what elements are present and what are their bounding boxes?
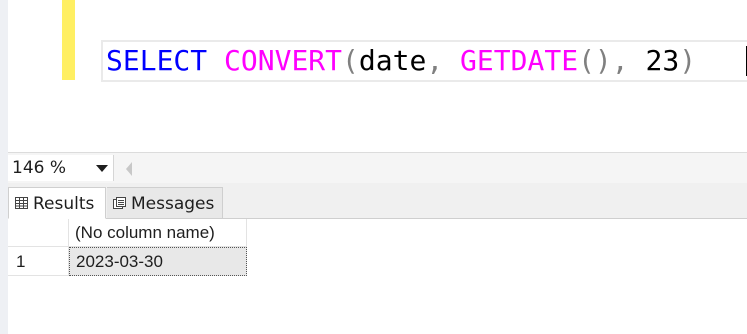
ssms-query-window: SELECT CONVERT(date, GETDATE(), 23) 146 … — [0, 0, 747, 334]
code-punct: ) — [679, 44, 697, 77]
results-grid[interactable]: (No column name) 1 2023-03-30 — [8, 219, 747, 334]
grid-corner-cell[interactable] — [8, 219, 69, 247]
results-tabs-bar: Results Messages — [8, 183, 747, 219]
horizontal-scrollbar[interactable] — [142, 153, 747, 183]
chevron-down-icon[interactable] — [96, 165, 108, 172]
code-punct: ( — [342, 44, 359, 77]
sql-keyword: SELECT — [106, 44, 208, 77]
code-line[interactable]: SELECT CONVERT(date, GETDATE(), 23) — [106, 42, 696, 80]
scroll-left-arrow-icon[interactable] — [126, 162, 132, 176]
code-text: 23 — [628, 44, 680, 77]
tab-messages-label: Messages — [131, 194, 215, 214]
code-punct: , — [426, 44, 444, 77]
tab-results[interactable]: Results — [8, 187, 106, 219]
sql-function: GETDATE — [460, 44, 579, 77]
zoom-value: 146 % — [12, 158, 67, 178]
zoom-dropdown[interactable]: 146 % — [8, 155, 114, 181]
row-number-cell[interactable]: 1 — [8, 247, 69, 276]
tab-results-label: Results — [33, 194, 95, 214]
sql-function: CONVERT — [224, 44, 343, 77]
messages-icon — [113, 197, 126, 209]
column-header[interactable]: (No column name) — [69, 219, 247, 247]
change-tracking-bar — [62, 0, 75, 80]
zoom-strip: 146 % — [8, 152, 747, 183]
grid-icon — [15, 197, 28, 209]
code-text: date — [358, 44, 427, 77]
window-left-border — [0, 0, 8, 334]
tab-messages[interactable]: Messages — [107, 187, 223, 219]
code-punct: () — [578, 44, 612, 77]
code-punct: , — [611, 44, 629, 77]
result-cell[interactable]: 2023-03-30 — [69, 247, 247, 276]
query-editor[interactable]: SELECT CONVERT(date, GETDATE(), 23) — [8, 0, 747, 152]
